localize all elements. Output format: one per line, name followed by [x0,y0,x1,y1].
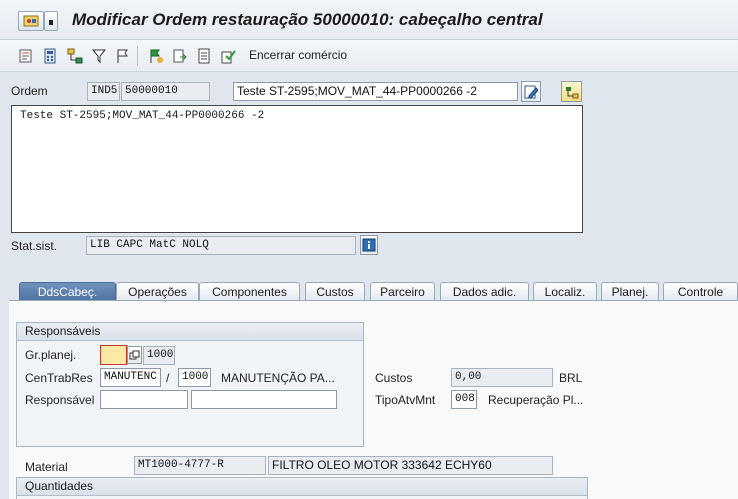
flag-icon [117,49,128,63]
planner-group-input[interactable] [100,345,127,365]
hierarchy-button[interactable] [66,47,83,64]
sap-menu-icon [23,15,39,27]
flag-button[interactable] [114,47,131,64]
tab-operations[interactable]: Operações [116,282,199,301]
tab-planning[interactable]: Planej. [601,282,659,301]
activity-type-description: Recuperação Pl... [488,393,584,407]
calculator-button[interactable] [41,47,58,64]
work-center-description: MANUTENÇÃO PA... [221,371,335,385]
costs-label: Custos [375,371,413,385]
order-type-field: IND5 [87,82,120,101]
work-center-plant-input[interactable]: 1000 [178,368,211,387]
display-change-icon [19,49,31,62]
work-center-input[interactable]: MANUTENC [100,368,161,387]
responsible-label: Responsável [25,393,95,407]
tab-costs[interactable]: Custos [305,282,365,301]
text-button[interactable] [195,47,212,64]
tab-location[interactable]: Localiz. [533,282,597,301]
system-status-label: Stat.sist. [11,239,58,253]
costs-value-field: 0,00 [451,368,553,387]
planner-plant-field: 1000 [143,346,175,365]
responsible-name-input[interactable] [191,390,337,409]
document-flow-button[interactable] [171,47,188,64]
release-flag-icon [150,49,163,63]
complete-button[interactable] [219,47,236,64]
menu-button[interactable] [18,11,44,31]
end-commerce-button[interactable]: Encerrar comércio [249,48,347,62]
planner-group-help-button[interactable] [127,346,142,364]
order-label: Ordem [11,84,48,98]
work-center-label: CenTrabRes [25,371,93,385]
status-info-button[interactable] [360,235,378,255]
toolbar-separator [137,46,138,66]
release-button[interactable] [147,47,164,64]
calculator-icon [44,48,55,63]
edit-pencil-icon [524,85,538,98]
planner-group-label: Gr.planej. [25,348,77,362]
application-toolbar [0,40,738,72]
document-arrow-icon [173,49,187,62]
quantities-header: Quantidades [17,478,587,496]
tab-partner[interactable]: Parceiro [370,282,435,301]
tab-additional-data[interactable]: Dados adic. [440,282,529,301]
order-number-field: 50000010 [121,82,210,101]
check-document-icon [221,49,236,63]
material-description-field: FILTRO OLEO MOTOR 333642 ECHY60 [268,456,553,475]
object-list-button[interactable] [561,81,582,102]
page-title: Modificar Ordem restauração 50000010: ca… [72,10,543,29]
funnel-icon [91,49,106,63]
work-center-separator: / [166,371,170,385]
display-toggle-button[interactable] [17,47,34,64]
long-text-area[interactable]: Teste ST-2595;MOV_MAT_44-PP0000266 -2 [11,105,583,233]
info-icon [362,238,376,252]
responsible-input[interactable] [100,390,188,409]
activity-type-input[interactable]: 008 [451,390,477,409]
tree-toggle-icon [565,86,578,98]
material-number-field: MT1000-4777-R [134,456,266,475]
activity-type-label: TipoAtvMnt [375,393,436,407]
material-label: Material [25,460,68,474]
quantities-group: Quantidades [16,477,588,499]
structure-icon [67,48,82,63]
responsibilities-header: Responsáveis [17,323,363,341]
filter-button[interactable] [90,47,107,64]
menu-dropdown[interactable] [44,11,58,31]
tab-control[interactable]: Controle [663,282,738,301]
dropdown-arrow-icon [49,20,53,25]
long-text-edit-button[interactable] [521,81,541,102]
costs-currency: BRL [559,371,583,385]
tab-header-data[interactable]: DdsCabeç. [19,282,116,301]
order-description-input[interactable]: Teste ST-2595;MOV_MAT_44-PP0000266 -2 [233,82,518,101]
document-icon [198,48,209,63]
tab-components[interactable]: Componentes [199,282,300,301]
system-status-field: LIB CAPC MatC NOLQ [86,236,356,255]
value-help-icon [129,350,140,359]
